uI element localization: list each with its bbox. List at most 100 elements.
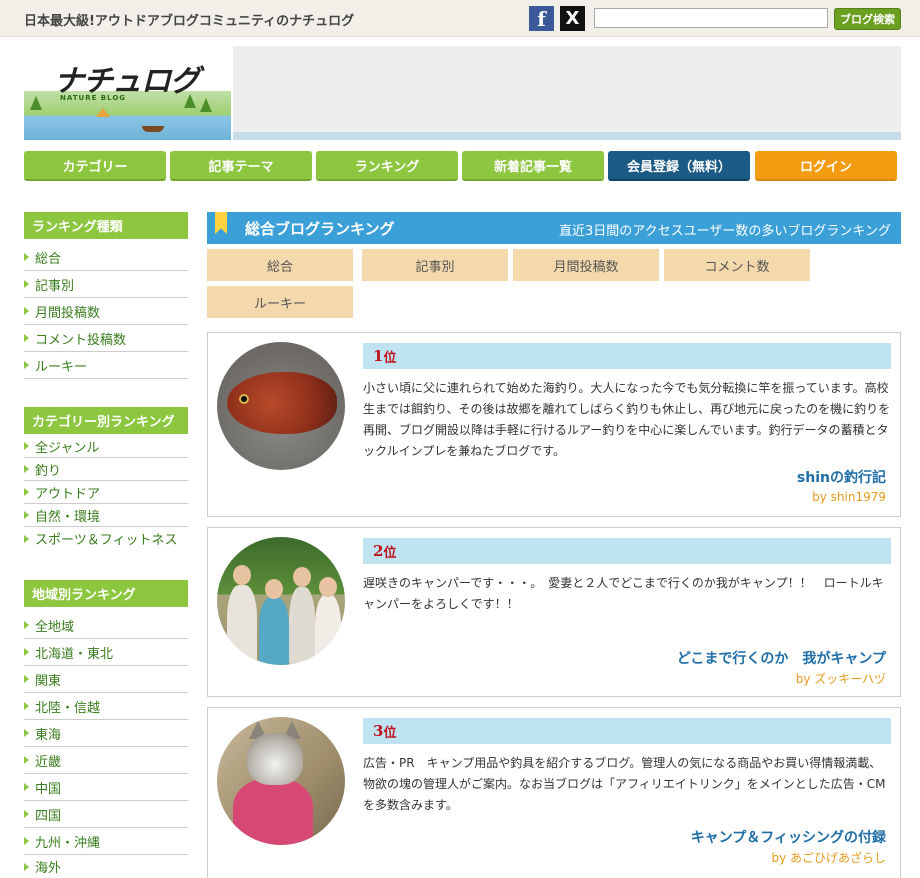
sidebar-item-all-regions[interactable]: 全地域 [24, 612, 188, 639]
x-icon[interactable]: X [560, 6, 585, 31]
page-title: 総合ブログランキング [245, 220, 395, 238]
person-figure [289, 587, 315, 665]
person-head [319, 577, 337, 597]
boat-icon [142, 126, 164, 132]
rank-label: 1位 [363, 343, 891, 369]
sidebar-item-chugoku[interactable]: 中国 [24, 774, 188, 801]
search-input[interactable] [594, 8, 828, 28]
blog-title-link[interactable]: どこまで行くのか 我がキャンプ [677, 648, 886, 668]
blog-author[interactable]: by ズッキーハヅ [796, 670, 886, 687]
blog-avatar-fish[interactable] [217, 342, 345, 470]
tab-comment-count[interactable]: コメント数 [664, 249, 810, 281]
arrow-right-icon [24, 442, 29, 450]
sidebar-heading-category-ranking: カテゴリー別ランキング [24, 407, 188, 434]
arrow-right-icon [24, 862, 29, 871]
arrow-right-icon [24, 810, 29, 818]
tree-icon [200, 98, 212, 112]
ranking-entry-3: 3位 広告・PR キャンプ用品や釣具を紹介するブログ。管理人の気になる商品やお買… [207, 707, 901, 878]
arrow-right-icon [24, 534, 29, 543]
fish-eye [239, 394, 249, 404]
arrow-right-icon [24, 837, 29, 845]
arrow-right-icon [24, 621, 29, 629]
arrow-right-icon [24, 488, 29, 496]
person-head [233, 565, 251, 585]
person-figure [315, 595, 341, 665]
arrow-right-icon [24, 307, 29, 315]
sidebar-item-all-genres[interactable]: 全ジャンル [24, 435, 188, 458]
blog-search-button[interactable]: ブログ検索 [834, 8, 901, 30]
tree-icon [30, 96, 42, 110]
person-head [293, 567, 311, 587]
logo-subtext: NATURE BLOG [60, 94, 127, 102]
person-head [265, 579, 283, 599]
sidebar-heading-ranking-types: ランキング種類 [24, 212, 188, 239]
blog-description: 小さい頃に父に連れられて始めた海釣り。大人になった今でも気分転換に竿を振っていま… [363, 381, 891, 458]
sidebar-item-comment-posts[interactable]: コメント投稿数 [24, 325, 188, 352]
rank-label: 2位 [363, 538, 891, 564]
arrow-right-icon [24, 334, 29, 342]
sidebar-item-kyushu-okinawa[interactable]: 九州・沖縄 [24, 828, 188, 855]
nav-category[interactable]: カテゴリー [24, 151, 166, 181]
arrow-right-icon [24, 465, 29, 473]
sidebar-item-outdoor[interactable]: アウトドア [24, 481, 188, 504]
blog-description: 遅咲きのキャンパーです・・・。 愛妻と２人でどこまで行くのか我がキャンプ！！ ロ… [363, 576, 884, 611]
blog-author[interactable]: by shin1979 [812, 490, 886, 504]
sidebar-item-kinki[interactable]: 近畿 [24, 747, 188, 774]
tab-monthly-posts[interactable]: 月間投稿数 [513, 249, 659, 281]
top-bar: 日本最大級!アウトドアブログコミュニティのナチュログ f X ブログ検索 [0, 0, 920, 37]
nav-article-theme[interactable]: 記事テーマ [170, 151, 312, 181]
nav-login[interactable]: ログイン [755, 151, 897, 181]
arrow-right-icon [24, 648, 29, 656]
blog-description: 広告・PR キャンプ用品や釣具を紹介するブログ。管理人の気になる商品やお買い得情… [363, 756, 886, 812]
tab-rookie[interactable]: ルーキー [207, 286, 353, 318]
sidebar-item-overall[interactable]: 総合 [24, 244, 188, 271]
ranking-header: 総合ブログランキング 直近3日間のアクセスユーザー数の多いブログランキング [207, 212, 901, 244]
sidebar-item-hokkaido-tohoku[interactable]: 北海道・東北 [24, 639, 188, 666]
arrow-right-icon [24, 511, 29, 519]
sidebar-item-sports[interactable]: スポーツ＆フィットネス [24, 527, 188, 550]
page-subtitle: 直近3日間のアクセスユーザー数の多いブログランキング [559, 224, 891, 239]
sidebar-item-nature[interactable]: 自然・環境 [24, 504, 188, 527]
blog-title-link[interactable]: キャンプ＆フィッシングの付録 [691, 827, 886, 847]
arrow-right-icon [24, 253, 29, 261]
cat-body [233, 779, 313, 845]
site-tagline[interactable]: 日本最大級!アウトドアブログコミュニティのナチュログ [24, 10, 354, 29]
sidebar-item-hokuriku-shinetsu[interactable]: 北陸・信越 [24, 693, 188, 720]
tab-by-article[interactable]: 記事別 [362, 249, 508, 281]
sidebar-item-fishing[interactable]: 釣り [24, 458, 188, 481]
sidebar-heading-region-ranking: 地域別ランキング [24, 580, 188, 607]
sidebar-item-overseas[interactable]: 海外 [24, 855, 188, 878]
sidebar-item-shikoku[interactable]: 四国 [24, 801, 188, 828]
arrow-right-icon [24, 361, 29, 369]
tab-overall[interactable]: 総合 [207, 249, 353, 281]
sidebar-item-monthly-posts[interactable]: 月間投稿数 [24, 298, 188, 325]
sidebar-item-by-article[interactable]: 記事別 [24, 271, 188, 298]
arrow-right-icon [24, 702, 29, 710]
arrow-right-icon [24, 756, 29, 764]
tent-icon [96, 108, 110, 117]
nav-register[interactable]: 会員登録（無料） [608, 151, 750, 181]
sidebar-item-rookie[interactable]: ルーキー [24, 352, 188, 379]
blog-title-link[interactable]: shinの釣行記 [797, 467, 886, 487]
site-logo[interactable]: ナチュログ NATURE BLOG [24, 46, 231, 140]
rank-label: 3位 [363, 718, 891, 744]
arrow-right-icon [24, 783, 29, 791]
arrow-right-icon [24, 280, 29, 288]
arrow-right-icon [24, 675, 29, 683]
sidebar-item-tokai[interactable]: 東海 [24, 720, 188, 747]
ranking-entry-1: 1位 小さい頃に父に連れられて始めた海釣り。大人になった今でも気分転換に竿を振っ… [207, 332, 901, 517]
bookmark-icon [215, 212, 227, 234]
blog-avatar-cat[interactable] [217, 717, 345, 845]
facebook-icon[interactable]: f [529, 6, 554, 31]
ranking-entry-2: 2位 遅咲きのキャンパーです・・・。 愛妻と２人でどこまで行くのか我がキャンプ！… [207, 527, 901, 697]
person-figure [259, 597, 289, 665]
header-banner [233, 46, 901, 140]
cat-head [247, 733, 303, 785]
nav-new-articles[interactable]: 新着記事一覧 [462, 151, 604, 181]
nav-ranking[interactable]: ランキング [316, 151, 458, 181]
blog-author[interactable]: by あごひげあざらし [771, 849, 886, 866]
person-figure [227, 585, 257, 665]
blog-avatar-family[interactable] [217, 537, 345, 665]
sidebar-item-kanto[interactable]: 関東 [24, 666, 188, 693]
arrow-right-icon [24, 729, 29, 737]
